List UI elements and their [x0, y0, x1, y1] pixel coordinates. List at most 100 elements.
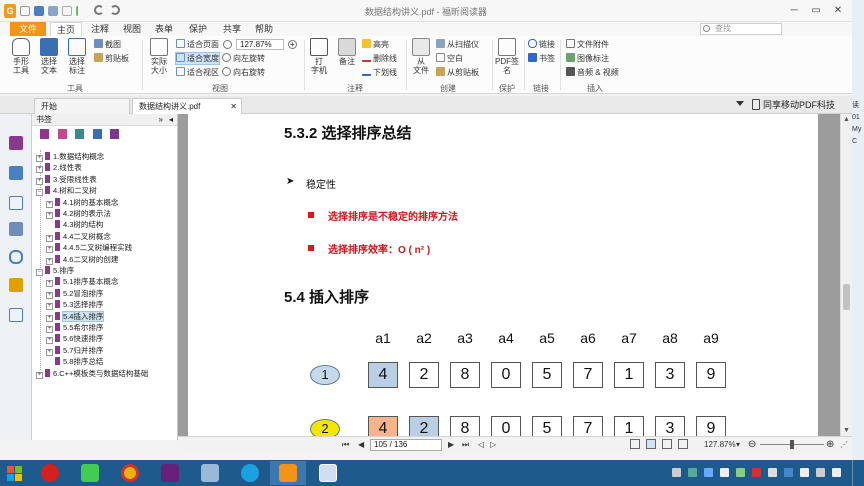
- continuous-facing-view-icon[interactable]: [678, 439, 688, 449]
- page-number-input[interactable]: 105 / 136: [370, 439, 442, 451]
- expand-icon[interactable]: +: [46, 234, 53, 242]
- tab-start[interactable]: 开始: [34, 98, 130, 114]
- bookmark-item[interactable]: − 4.树和二叉树: [36, 185, 97, 197]
- taskbar-qt-app[interactable]: [72, 461, 108, 485]
- typewriter-button[interactable]: 打 字机: [306, 38, 332, 75]
- bookmark-item[interactable]: +5.4插入排序: [46, 310, 105, 322]
- zoom-menu-icon[interactable]: ▾: [736, 439, 740, 451]
- go-forward-icon[interactable]: ▷: [490, 439, 496, 451]
- fit-page-button[interactable]: 适合页面: [176, 39, 219, 50]
- last-page-icon[interactable]: ⏭: [462, 439, 469, 451]
- new-bookmark-icon[interactable]: [57, 129, 67, 139]
- tray-ime-icon[interactable]: [736, 468, 745, 477]
- expand-icon[interactable]: +: [46, 326, 53, 333]
- highlight-button[interactable]: 高亮: [362, 39, 389, 50]
- bookmark-item[interactable]: +6.C++模板类与数据结构基础: [36, 368, 148, 379]
- expand-icon[interactable]: +: [36, 371, 43, 379]
- bookmark-item[interactable]: 5.8排序总结: [46, 356, 103, 367]
- close-button[interactable]: ✕: [828, 3, 848, 18]
- vertical-scrollbar[interactable]: ▲ ▼: [840, 114, 852, 436]
- bookmark-item[interactable]: +4.1树的基本概念: [46, 197, 118, 208]
- zoom-slider-thumb[interactable]: [790, 440, 794, 449]
- from-scanner-button[interactable]: 从扫描仪: [436, 39, 479, 50]
- bookmark-item[interactable]: +5.5希尔排序: [46, 322, 103, 333]
- taskbar-foxit-app[interactable]: [270, 461, 306, 485]
- scroll-up-icon[interactable]: ▲: [843, 116, 850, 123]
- bookmark-item[interactable]: +4.2树的表示法: [46, 208, 111, 219]
- collapse-icon[interactable]: −: [36, 269, 43, 276]
- expand-icon[interactable]: +: [46, 212, 53, 219]
- expand-bookmark-icon[interactable]: [40, 129, 49, 139]
- show-desktop-button[interactable]: [852, 460, 864, 486]
- taskbar-window-app[interactable]: [310, 461, 346, 485]
- pages-panel-icon[interactable]: [9, 166, 23, 180]
- expand-icon[interactable]: +: [46, 280, 53, 288]
- bookmarks-panel-icon[interactable]: [9, 136, 23, 150]
- underline-button[interactable]: 下划线: [362, 67, 397, 78]
- expand-icon[interactable]: +: [36, 166, 43, 174]
- restore-button[interactable]: ▭: [806, 3, 826, 18]
- note-button[interactable]: 备注: [334, 38, 360, 66]
- taskbar-record-app[interactable]: [32, 461, 68, 485]
- tray-network-icon[interactable]: [704, 468, 713, 477]
- tray-security-icon[interactable]: [752, 468, 761, 477]
- rotate-right-button[interactable]: 向右旋转: [222, 67, 265, 78]
- layers-panel-icon[interactable]: [9, 196, 23, 210]
- expand-icon[interactable]: +: [36, 177, 43, 185]
- expand-icon[interactable]: +: [46, 348, 53, 356]
- tray-bluetooth-icon[interactable]: [784, 468, 793, 477]
- select-annotation-button[interactable]: 选择 标注: [64, 38, 90, 75]
- tab-file[interactable]: 文件: [10, 22, 46, 36]
- signatures-panel-icon[interactable]: [9, 308, 23, 322]
- taskbar-paint-app[interactable]: [192, 461, 228, 485]
- expand-icon[interactable]: +: [46, 246, 53, 254]
- tray-keyboard-icon[interactable]: [800, 468, 809, 477]
- tab-protect[interactable]: 保护: [184, 22, 212, 36]
- expand-icon[interactable]: +: [46, 337, 53, 345]
- hand-tool-button[interactable]: 手形 工具: [8, 38, 34, 75]
- actual-size-button[interactable]: 实际 大小: [146, 38, 172, 75]
- bookmark-item[interactable]: 4.3树的结构: [46, 219, 103, 230]
- collapse-icon[interactable]: −: [36, 189, 43, 197]
- clipboard-button[interactable]: 剪贴板: [94, 53, 129, 64]
- bookmark-item[interactable]: +5.7归并排序: [46, 345, 103, 356]
- file-attachment-button[interactable]: 文件附件: [566, 39, 609, 50]
- search-input[interactable]: 查找: [700, 23, 782, 35]
- strikeout-button[interactable]: 删除线: [362, 53, 397, 64]
- tab-menu-chevron-icon[interactable]: [736, 101, 744, 106]
- first-page-icon[interactable]: ⏮: [342, 439, 349, 451]
- bookmark-item[interactable]: +3.受限线性表: [36, 174, 97, 185]
- pdf-sign-button[interactable]: PDF签 名: [494, 38, 520, 75]
- comments-panel-icon[interactable]: [9, 222, 23, 236]
- bookmark-item[interactable]: +1.数据结构概念: [36, 151, 104, 162]
- link-button[interactable]: 链接: [528, 39, 555, 50]
- bookmark-item[interactable]: +5.2冒泡排序: [46, 288, 103, 299]
- taskbar-chrome-app[interactable]: [112, 461, 148, 485]
- fit-visible-button[interactable]: 适合视区: [176, 67, 219, 78]
- rotate-left-button[interactable]: 向左旋转: [222, 53, 265, 64]
- tab-comment[interactable]: 注释: [86, 22, 114, 36]
- zoom-percent[interactable]: 127.87%: [704, 439, 736, 451]
- tab-share[interactable]: 共享: [218, 22, 246, 36]
- image-annotation-button[interactable]: 图像标注: [566, 53, 609, 64]
- start-button[interactable]: [0, 461, 30, 485]
- tray-app-icon[interactable]: [688, 468, 697, 477]
- scrollbar-thumb[interactable]: [843, 284, 850, 310]
- bookmark-item[interactable]: +4.6二叉树的创建: [46, 254, 118, 265]
- tray-up-arrow-icon[interactable]: [672, 468, 681, 477]
- from-clipboard-button[interactable]: 从剪贴板: [436, 67, 479, 78]
- previous-page-icon[interactable]: ◀: [358, 439, 364, 451]
- expand-icon[interactable]: +: [46, 303, 53, 311]
- bookmark-item[interactable]: +5.6快速排序: [46, 333, 103, 345]
- tab-form[interactable]: 表单: [150, 22, 178, 36]
- bookmark-button[interactable]: 书签: [528, 53, 555, 64]
- go-back-icon[interactable]: ◁: [478, 439, 484, 451]
- collapse-panel-icon[interactable]: »: [159, 114, 163, 126]
- bookmark-item[interactable]: +5.1排序基本概念: [46, 276, 118, 288]
- zoom-in-icon[interactable]: ⊕: [826, 439, 834, 451]
- continuous-view-icon[interactable]: [646, 439, 656, 449]
- document-viewport[interactable]: 5.3.2 选择排序总结 ➤ 稳定性 选择排序是不稳定的排序方法 选择排序效率：…: [178, 114, 840, 436]
- blank-button[interactable]: 空白: [436, 53, 463, 64]
- zoom-in-icon[interactable]: +: [288, 40, 297, 49]
- add-child-bookmark-icon[interactable]: [75, 129, 85, 139]
